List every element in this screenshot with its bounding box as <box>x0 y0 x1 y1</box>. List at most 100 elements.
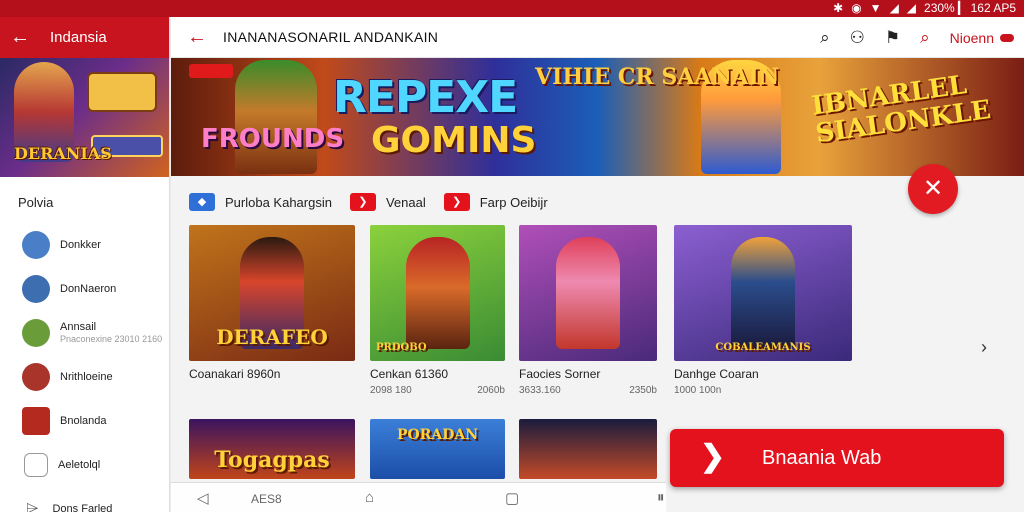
sidebar-banner-label: DERANIAS <box>14 144 112 163</box>
signal-icon-2: ◢ <box>906 1 917 15</box>
account-label[interactable]: Nioenn <box>950 30 994 46</box>
game-title: Danhge Coaran <box>674 367 759 381</box>
game-caption: PRDOBO <box>376 342 427 353</box>
game-card[interactable]: COBALEAMANIS Danhge Coaran 1000 100n <box>674 225 852 396</box>
filter-chip[interactable]: ◆ Purloba Kahargsin <box>189 193 332 211</box>
game-meta-right: 2060b <box>477 385 505 396</box>
sidebar: ← Indansia DERANIAS Polvia Donkker DonNa… <box>0 17 170 512</box>
game-character <box>405 237 470 349</box>
game-thumbnail <box>519 419 657 479</box>
chevron-right-icon[interactable]: › <box>981 337 987 358</box>
banner-subtitle-2: GOMINS <box>371 120 537 161</box>
notifications-icon[interactable]: ⚑ <box>885 28 900 48</box>
sidebar-item-label: DonNaeron <box>60 283 117 295</box>
game-thumbnail: DERAFEO <box>189 225 355 361</box>
game-meta: 3633.160 <box>519 385 561 396</box>
game-title: Faocies Sorner <box>519 367 601 381</box>
sidebar-item-label: Dons Farled <box>52 503 113 512</box>
avatar <box>22 231 50 259</box>
game-meta: 2098 180 <box>370 385 412 396</box>
game-caption: Togagpas <box>214 447 330 473</box>
wifi-icon: ▼ <box>869 1 882 15</box>
filter-icon: ◆ <box>189 193 215 211</box>
sidebar-item[interactable]: Donkker <box>0 223 169 267</box>
game-character <box>556 237 620 349</box>
game-card[interactable]: DERAFEO Coanakari 8960n <box>189 225 355 381</box>
filter-chip[interactable]: ❯ Venaal <box>349 193 426 211</box>
game-thumbnail: PORADAN <box>370 419 505 479</box>
sidebar-item[interactable]: Annsail Pnaconexine 23010 2160 <box>0 311 169 355</box>
game-character <box>731 237 795 349</box>
sidebar-header: ← Indansia <box>0 17 169 58</box>
filter-label: Farp Oeibijr <box>479 194 548 210</box>
sidebar-item[interactable]: Aeletolql <box>0 443 169 487</box>
sidebar-item-label: Aeletolql <box>58 459 101 471</box>
game-caption: DERAFEO <box>216 325 328 349</box>
filter-chip[interactable]: ❯ Farp Oeibijr <box>443 193 548 211</box>
game-thumbnail: Togagpas <box>189 419 355 479</box>
close-button[interactable]: ✕ <box>908 164 958 214</box>
game-caption: COBALEAMANIS <box>715 342 811 353</box>
banner-subtitle: FROUNDS <box>201 124 345 154</box>
sidebar-item-label: Bnolanda <box>60 415 107 427</box>
avatar <box>22 275 50 303</box>
banner-title: REPEXE <box>333 72 518 123</box>
share-icon: ⌲ <box>26 500 39 512</box>
app-window: ✱ ◉ ▼ ◢ ◢ 230% ▎ 162 AP5 ← Indansia DERA… <box>0 0 1024 512</box>
account-badge <box>1000 33 1014 42</box>
back-arrow-icon[interactable]: ← <box>171 26 223 49</box>
sidebar-item[interactable]: ⌲ Dons Farled <box>0 487 169 512</box>
sidebar-banner[interactable]: DERANIAS <box>0 58 169 177</box>
banner-sign-text: VIHIE CR SAANAIN <box>535 64 779 90</box>
game-card[interactable]: PRDOBO Cenkan 61360 2098 180 2060b <box>370 225 505 396</box>
avatar <box>22 319 50 347</box>
promo-banner[interactable]: REPEXE FROUNDS GOMINS VIHIE CR SAANAIN I… <box>171 58 1024 176</box>
status-bar: ✱ ◉ ▼ ◢ ◢ 230% ▎ 162 AP5 <box>0 0 1024 17</box>
sidebar-item[interactable]: Nrithloeine <box>0 355 169 399</box>
page-title: INANANASONARIL ANDANKAIN <box>223 29 439 45</box>
game-meta-right: 2350b <box>629 385 657 396</box>
avatar <box>22 363 50 391</box>
nav-back-icon[interactable]: ◁ <box>197 489 209 507</box>
game-title: Coanakari 8960n <box>189 367 281 381</box>
avatar <box>22 407 50 435</box>
circle-icon: ◉ <box>851 1 862 15</box>
sidebar-item-label: Nrithloeine <box>60 371 113 383</box>
chevron-right-icon: ❯ <box>700 440 726 473</box>
filter-label: Venaal <box>385 194 426 210</box>
game-caption: PORADAN <box>396 427 479 443</box>
nav-home-icon[interactable]: ⌂ <box>365 489 374 506</box>
nav-menu-icon[interactable]: ⏸ <box>657 489 665 506</box>
game-thumbnail: COBALEAMANIS <box>674 225 852 361</box>
game-card[interactable] <box>519 419 657 479</box>
bluetooth-icon: ✱ <box>833 1 844 15</box>
sidebar-section-label: Polvia <box>18 195 54 210</box>
banner-hero-left <box>235 60 317 174</box>
game-thumbnail <box>519 225 657 361</box>
game-meta: 1000 100n <box>674 385 722 396</box>
cta-label: Bnaania Wab <box>762 447 882 469</box>
sidebar-item[interactable]: DonNaeron <box>0 267 169 311</box>
nav-recents-icon[interactable]: ▢ <box>505 489 519 507</box>
sidebar-item-sub: Pnaconexine 23010 2160 <box>60 334 163 344</box>
filter-chips: ◆ Purloba Kahargsin ❯ Venaal ❯ Farp Oeib… <box>189 193 548 211</box>
sidebar-item[interactable]: Bnolanda <box>0 399 169 443</box>
checkbox-icon <box>24 453 48 477</box>
search-red-icon[interactable]: ⌕ <box>920 28 930 48</box>
game-card[interactable]: PORADAN <box>370 419 505 479</box>
game-thumbnail: PRDOBO <box>370 225 505 361</box>
cta-button[interactable]: ❯ Bnaania Wab <box>670 429 1004 487</box>
search-icon[interactable]: ⌕ <box>820 28 830 48</box>
sidebar-item-label: Annsail <box>60 321 97 333</box>
sidebar-title: Indansia <box>50 29 107 46</box>
game-card[interactable]: Togagpas <box>189 419 355 479</box>
sidebar-item-label: Donkker <box>60 239 101 251</box>
user-icon[interactable]: ⚇ <box>850 28 865 48</box>
game-title: Cenkan 61360 <box>370 367 449 381</box>
banner-tag <box>189 64 233 78</box>
status-text: 230% ▎ 162 AP5 <box>924 1 1016 15</box>
filter-label: Purloba Kahargsin <box>225 194 332 210</box>
back-arrow-icon[interactable]: ← <box>0 26 40 49</box>
bottom-nav: ◁ AES8 ⌂ ▢ ⏸ <box>171 482 666 512</box>
game-card[interactable]: Faocies Sorner 3633.160 2350b <box>519 225 657 396</box>
